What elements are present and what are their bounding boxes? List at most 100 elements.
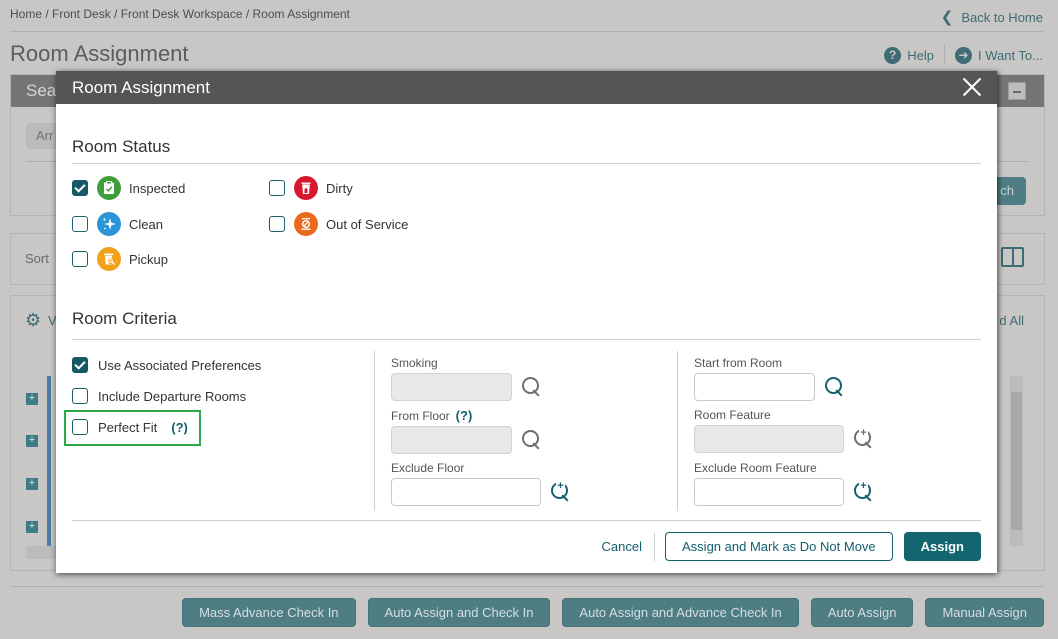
field-label: From Floor — [391, 408, 450, 423]
multi-select-search-icon[interactable]: + — [853, 428, 875, 450]
exclude-room-feature-input[interactable] — [694, 478, 844, 506]
smoking-field: Smoking — [391, 356, 543, 401]
plus-icon: + — [859, 480, 868, 492]
trash-bag-icon — [294, 176, 318, 200]
expand-row-icon[interactable]: + — [26, 478, 38, 490]
checkbox-box[interactable] — [72, 251, 88, 267]
start-from-room-field: Start from Room — [694, 356, 846, 401]
out-of-service-icon — [294, 212, 318, 236]
back-to-home-label: Back to Home — [961, 9, 1043, 25]
manual-assign-button[interactable]: Manual Assign — [925, 598, 1044, 627]
plus-icon: + — [556, 480, 565, 492]
divider — [654, 532, 656, 561]
smoking-input[interactable] — [391, 373, 512, 401]
split-view-icon[interactable] — [1001, 247, 1024, 267]
sort-label: Sort — [25, 251, 49, 266]
field-label: Room Feature — [694, 408, 771, 422]
auto-assign-advance-check-in-button[interactable]: Auto Assign and Advance Check In — [562, 598, 799, 627]
expand-all-link[interactable]: d All — [999, 313, 1024, 328]
perfect-fit-help-link[interactable]: (?) — [171, 420, 188, 435]
room-status-heading: Room Status — [72, 137, 171, 156]
checkbox-box[interactable] — [269, 180, 285, 196]
from-floor-field: From Floor (?) — [391, 408, 543, 454]
assign-do-not-move-button[interactable]: Assign and Mark as Do Not Move — [665, 532, 893, 561]
auto-assign-check-in-button[interactable]: Auto Assign and Check In — [367, 598, 551, 627]
checkbox-label: Include Departure Rooms — [98, 388, 247, 404]
perfect-fit-checkbox[interactable]: Perfect Fit (?) — [72, 419, 188, 435]
breadcrumb[interactable]: Home / Front Desk / Front Desk Workspace… — [10, 7, 350, 21]
divider — [10, 586, 1043, 587]
page-title: Room Assignment — [10, 41, 189, 66]
multi-select-search-icon[interactable]: + — [853, 481, 875, 503]
checkbox-label: Use Associated Preferences — [98, 357, 262, 373]
exclude-floor-field: Exclude Floor + — [391, 461, 572, 506]
expand-row-icon[interactable]: + — [26, 435, 38, 447]
collapse-icon[interactable] — [1008, 82, 1026, 100]
status-pickup-checkbox[interactable]: Pickup — [72, 247, 168, 271]
from-floor-input[interactable] — [391, 426, 512, 454]
field-label: Start from Room — [694, 356, 783, 370]
room-feature-input[interactable] — [694, 425, 844, 453]
status-label: Clean — [129, 216, 163, 232]
dialog-header: Room Assignment — [56, 71, 997, 104]
chevron-left-icon: ❮ — [940, 9, 954, 26]
sparkle-icon — [97, 212, 121, 236]
checkbox-box[interactable] — [72, 388, 88, 404]
expand-row-icon[interactable]: + — [26, 393, 38, 405]
status-dirty-checkbox[interactable]: Dirty — [269, 176, 353, 200]
scrollbar-thumb[interactable] — [1011, 392, 1022, 530]
i-want-to-link[interactable]: I Want To... — [978, 48, 1043, 63]
status-clean-checkbox[interactable]: Clean — [72, 212, 163, 236]
row-indicator — [47, 376, 51, 546]
status-label: Dirty — [326, 180, 353, 196]
trash-search-icon — [97, 247, 121, 271]
vertical-scrollbar[interactable] — [1010, 376, 1023, 546]
dialog-actions: Cancel Assign and Mark as Do Not Move As… — [602, 532, 981, 561]
search-icon[interactable] — [521, 376, 543, 398]
room-feature-field: Room Feature + — [694, 408, 875, 453]
checkbox-label: Perfect Fit — [98, 419, 158, 435]
arrow-right-icon[interactable]: ➜ — [954, 46, 972, 64]
bottom-action-bar: Mass Advance Check In Auto Assign and Ch… — [182, 598, 1044, 627]
status-label: Pickup — [129, 251, 169, 267]
use-associated-preferences-checkbox[interactable]: Use Associated Preferences — [72, 357, 261, 373]
checkbox-box[interactable] — [72, 419, 88, 435]
status-label: Out of Service — [326, 216, 409, 232]
field-label: Smoking — [391, 356, 438, 370]
field-label: Exclude Room Feature — [694, 461, 817, 475]
help-icon[interactable]: ? — [884, 46, 902, 64]
exclude-room-feature-field: Exclude Room Feature + — [694, 461, 875, 506]
divider — [72, 163, 981, 164]
gear-icon[interactable]: ⚙ — [25, 310, 41, 331]
plus-icon: + — [859, 427, 868, 439]
help-bar: ? Help ➜ I Want To... — [884, 45, 1043, 65]
expand-row-icon[interactable]: + — [26, 521, 38, 533]
from-floor-help-link[interactable]: (?) — [456, 408, 473, 423]
divider — [72, 520, 981, 521]
assign-button[interactable]: Assign — [903, 532, 981, 561]
exclude-floor-input[interactable] — [391, 478, 541, 506]
checkbox-box[interactable] — [72, 216, 88, 232]
status-label: Inspected — [129, 180, 186, 196]
multi-select-search-icon[interactable]: + — [550, 481, 572, 503]
include-departure-rooms-checkbox[interactable]: Include Departure Rooms — [72, 388, 246, 404]
search-icon[interactable] — [521, 429, 543, 451]
mass-advance-check-in-button[interactable]: Mass Advance Check In — [182, 598, 356, 627]
help-link[interactable]: Help — [907, 48, 934, 63]
status-out-of-service-checkbox[interactable]: Out of Service — [269, 212, 408, 236]
start-from-room-input[interactable] — [694, 373, 815, 401]
cancel-button[interactable]: Cancel — [602, 539, 654, 554]
dialog-title: Room Assignment — [72, 78, 210, 97]
auto-assign-button[interactable]: Auto Assign — [810, 598, 914, 627]
close-icon[interactable] — [962, 77, 982, 97]
status-inspected-checkbox[interactable]: Inspected — [72, 176, 185, 200]
checkbox-box[interactable] — [269, 216, 285, 232]
field-label: Exclude Floor — [391, 461, 465, 475]
room-criteria-heading: Room Criteria — [72, 309, 177, 328]
checkbox-box[interactable] — [72, 357, 88, 373]
checkbox-box[interactable] — [72, 180, 88, 196]
divider — [10, 31, 1043, 32]
divider — [72, 339, 981, 340]
back-to-home-link[interactable]: ❮ Back to Home — [941, 8, 1043, 26]
search-icon[interactable] — [824, 376, 846, 398]
